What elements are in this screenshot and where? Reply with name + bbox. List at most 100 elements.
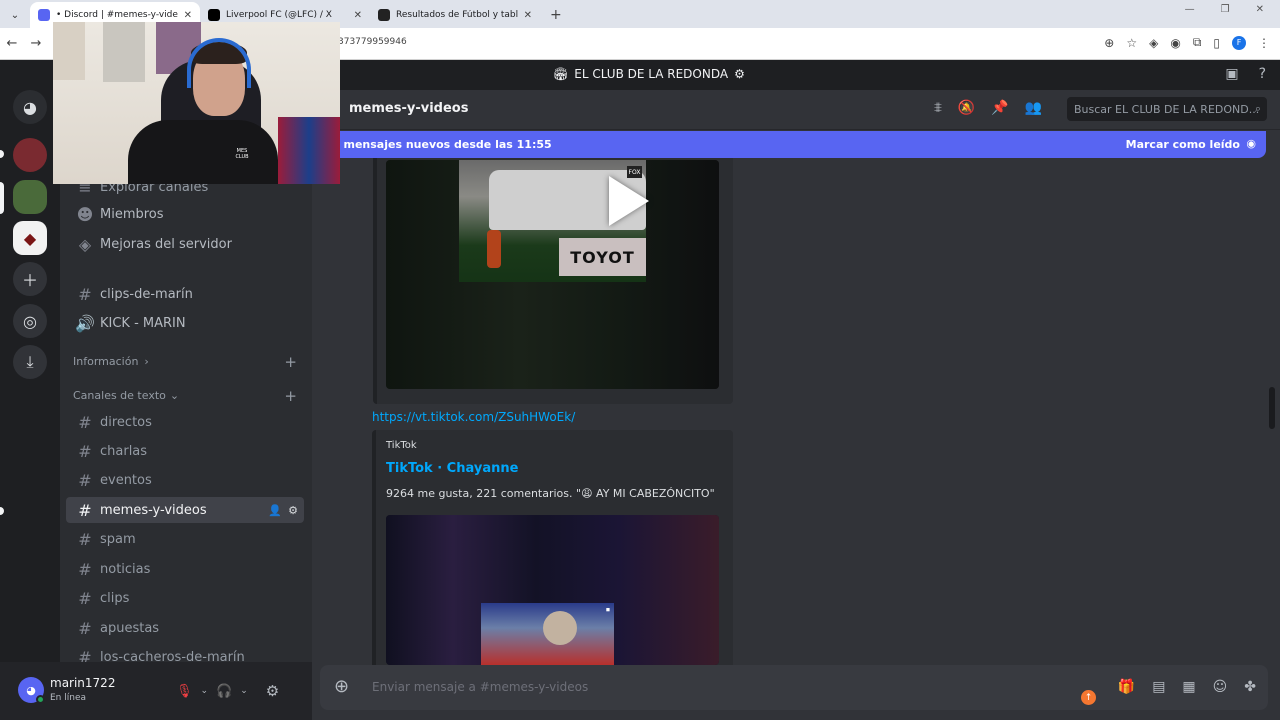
channel-label: memes-y-videos (100, 502, 207, 518)
add-channel-icon[interactable]: + (284, 387, 297, 405)
video-player[interactable]: TOYOT FOX (386, 160, 719, 389)
category-canales-de-texto[interactable]: Canales de texto ⌄ + (73, 387, 299, 405)
sidebar-item-miembros[interactable]: ☻ Miembros (66, 201, 304, 227)
voice-controls: 🎙 ⌄ 🎧 ⌄ ⚙ (176, 682, 279, 700)
add-server-icon[interactable]: ＋ (13, 262, 47, 296)
new-messages-text: 4 mensajes nuevos desde las 11:55 (332, 138, 552, 151)
browser-tab-resultados[interactable]: Resultados de Fútbol y tabla de ✕ (370, 2, 540, 28)
channel-los-cacheros[interactable]: # los-cacheros-de-marín (66, 644, 304, 663)
tab-title: Liverpool FC (@LFC) / X (226, 10, 332, 20)
channel-charlas[interactable]: # charlas (66, 438, 304, 464)
mark-read-icon: ◉ (1246, 137, 1256, 150)
hash-icon: # (78, 412, 92, 432)
channel-clips-de-marin[interactable]: # clips-de-marín (66, 281, 304, 307)
scrollbar[interactable] (1269, 387, 1275, 429)
channel-kick-marin[interactable]: 🔊 KICK - MARIN (66, 310, 304, 336)
search-input[interactable]: Buscar EL CLUB DE LA REDOND... ⌕ (1067, 97, 1267, 121)
close-tab-icon[interactable]: ✕ (354, 10, 362, 21)
tab-title: Resultados de Fútbol y tabla de (396, 10, 518, 20)
channel-noticias[interactable]: # noticias (66, 556, 304, 582)
extension-icon[interactable]: ◉ (1170, 36, 1180, 50)
sidebar-item-mejoras[interactable]: ◈ Mejoras del servidor (66, 231, 304, 257)
video-frame: ◼ (481, 603, 614, 665)
channel-apuestas[interactable]: # apuestas (66, 615, 304, 641)
embed-provider: TikTok (386, 440, 417, 451)
channel-clips[interactable]: # clips (66, 585, 304, 611)
boost-badge-icon[interactable]: ↑ (1081, 690, 1096, 705)
site-favicon-icon (378, 9, 390, 21)
close-tab-icon[interactable]: ✕ (524, 10, 532, 21)
browser-toolbar: ⊕ ☆ ◈ ◉ ⧉ ▯ F ⋮ (1104, 35, 1270, 50)
channel-label: clips (100, 590, 130, 606)
embed-title[interactable]: TikTok · Chayanne (386, 461, 518, 476)
bookmark-star-icon[interactable]: ☆ (1126, 36, 1137, 50)
explore-icon[interactable]: ◎ (13, 304, 47, 338)
search-icon: ⌕ (1254, 102, 1261, 115)
tab-title: • Discord | #memes-y-videos | E (56, 10, 178, 20)
sticker-icon[interactable]: ▦ (1182, 679, 1195, 695)
play-icon[interactable] (609, 176, 649, 226)
profile-avatar[interactable]: F (1232, 35, 1246, 50)
gear-icon[interactable]: ⚙ (288, 504, 298, 517)
emoji-icon[interactable]: ☺ (1213, 679, 1228, 695)
notifications-muted-icon[interactable]: 🔕 (958, 100, 975, 116)
close-window-icon[interactable]: ✕ (1256, 4, 1264, 15)
attach-plus-icon[interactable]: ⊕ (334, 676, 349, 697)
discord-home-icon[interactable]: ◕ (13, 90, 47, 124)
apps-icon[interactable]: ✤ (1244, 679, 1256, 695)
server-icon-1[interactable] (13, 138, 47, 172)
chevron-down-icon[interactable]: ⌄ (201, 686, 209, 696)
server-icon-2[interactable] (13, 180, 47, 214)
mark-as-read-button[interactable]: Marcar como leído (1126, 138, 1240, 151)
channel-spam[interactable]: # spam (66, 526, 304, 552)
gif-icon[interactable]: ▤ (1152, 679, 1165, 695)
forward-icon[interactable]: → (24, 36, 48, 51)
hash-icon: # (78, 559, 92, 579)
new-tab-button[interactable]: + (540, 7, 572, 28)
embed-video-thumbnail[interactable]: ◼ (386, 515, 719, 665)
url-field[interactable]: 373779959946 (338, 37, 407, 47)
menu-icon[interactable]: ⋮ (1258, 36, 1270, 50)
pin-icon[interactable]: 📌 (991, 100, 1008, 116)
channel-memes-y-videos[interactable]: # memes-y-videos 👤 ⚙ (66, 497, 304, 523)
mic-muted-icon[interactable]: 🎙 (176, 684, 193, 699)
composer-actions: 🎁 ▤ ▦ ☺ ✤ (1118, 679, 1256, 695)
tab-search-icon[interactable]: ⌄ (4, 4, 26, 26)
message-input[interactable]: Enviar mensaje a #memes-y-videos (372, 680, 588, 694)
deafened-icon[interactable]: 🎧 (216, 684, 232, 699)
invite-icon[interactable]: 👤 (268, 504, 282, 517)
hash-icon: # (78, 470, 92, 490)
message-link[interactable]: https://vt.tiktok.com/ZSuhHWoEk/ (372, 410, 575, 424)
inbox-icon[interactable]: ▣ (1225, 66, 1238, 82)
extension-icon[interactable]: ◈ (1149, 36, 1158, 50)
channel-actions: 👤 ⚙ (268, 504, 298, 517)
member-list-icon[interactable]: 👥 (1025, 100, 1042, 116)
server-name: EL CLUB DE LA REDONDA (574, 67, 729, 81)
category-informacion[interactable]: Información › + (73, 353, 299, 371)
online-status-icon (36, 695, 45, 704)
close-tab-icon[interactable]: ✕ (184, 10, 192, 21)
sidepanel-icon[interactable]: ▯ (1213, 36, 1220, 50)
discord-favicon-icon (38, 9, 50, 21)
hash-icon: # (78, 647, 92, 663)
channel-directos[interactable]: # directos (66, 409, 304, 435)
add-channel-icon[interactable]: + (284, 353, 297, 371)
help-icon[interactable]: ? (1259, 66, 1266, 82)
threads-icon[interactable]: ⩨ (934, 100, 942, 116)
channel-eventos[interactable]: # eventos (66, 467, 304, 493)
back-icon[interactable]: ← (0, 36, 24, 51)
username[interactable]: marin1722 (50, 676, 115, 690)
sidebar-item-label: Mejoras del servidor (100, 236, 232, 252)
gear-badge-icon: ⚙ (734, 67, 745, 81)
download-icon[interactable]: ⤓ (13, 345, 47, 379)
chevron-down-icon[interactable]: ⌄ (240, 686, 248, 696)
puzzle-icon[interactable]: ⧉ (1193, 35, 1202, 50)
hash-icon: # (78, 618, 92, 638)
server-icon-3[interactable]: ◆ (13, 221, 47, 255)
restore-icon[interactable]: ❐ (1221, 4, 1230, 15)
new-messages-bar[interactable]: 4 mensajes nuevos desde las 11:55 Marcar… (328, 131, 1266, 158)
minimize-icon[interactable]: — (1185, 4, 1195, 15)
user-settings-gear-icon[interactable]: ⚙ (266, 682, 279, 700)
zoom-icon[interactable]: ⊕ (1104, 36, 1114, 50)
gift-icon[interactable]: 🎁 (1118, 679, 1135, 695)
